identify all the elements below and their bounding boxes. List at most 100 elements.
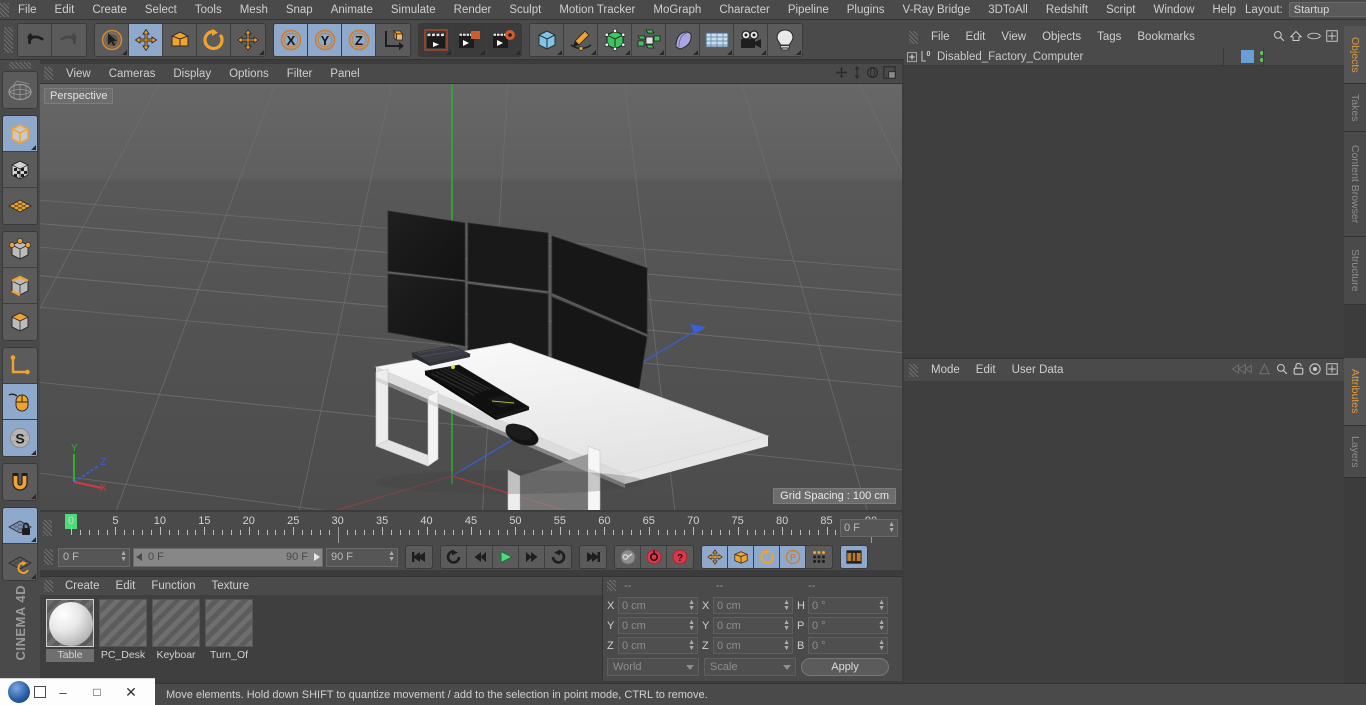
timeline-grip[interactable] xyxy=(43,520,52,536)
texture-mode-button[interactable] xyxy=(3,152,37,188)
edges-mode-button[interactable] xyxy=(3,268,37,304)
enable-axis-modification-button[interactable] xyxy=(3,384,37,420)
stepper-icon[interactable]: ▲ ▼ xyxy=(878,639,885,652)
model-mode-button[interactable] xyxy=(3,116,37,152)
texture-axis-button[interactable] xyxy=(3,72,37,108)
coord-rot-p-input[interactable]: 0 ° ▲ ▼ xyxy=(808,617,888,634)
workplane-button[interactable] xyxy=(3,188,37,224)
stepper-icon[interactable]: ▲ ▼ xyxy=(120,550,127,563)
add-camera-button[interactable] xyxy=(734,23,768,56)
parameter-key-button[interactable]: P xyxy=(780,546,806,568)
transport-grip[interactable] xyxy=(44,549,53,565)
stepper-icon[interactable]: ▲ ▼ xyxy=(783,619,790,632)
tab-content-browser[interactable]: Content Browser xyxy=(1344,132,1366,237)
object-axis-button[interactable] xyxy=(3,348,37,384)
coord-rot-h-input[interactable]: 0 ° ▲ ▼ xyxy=(808,597,888,614)
loop-playback-button[interactable] xyxy=(545,546,571,568)
lock-icon[interactable] xyxy=(1293,362,1304,378)
object-color-swatch[interactable] xyxy=(1241,50,1254,63)
go-to-end-button[interactable] xyxy=(580,546,606,568)
object-tree[interactable]: 0 Disabled_Factory_Computer xyxy=(904,48,1344,356)
menu-window[interactable]: Window xyxy=(1144,0,1203,20)
attribute-menu-edit[interactable]: Edit xyxy=(968,359,1004,381)
maximize-view-icon[interactable] xyxy=(883,65,896,82)
coord-size-y-input[interactable]: 0 cm ▲ ▼ xyxy=(713,617,793,634)
eye-icon[interactable] xyxy=(1307,31,1321,44)
object-menu-tags[interactable]: Tags xyxy=(1089,26,1129,48)
minimize-window-button[interactable]: – xyxy=(46,685,80,700)
attribute-content[interactable] xyxy=(904,381,1344,683)
stepper-icon[interactable]: ▲ ▼ xyxy=(878,619,885,632)
dolly-icon[interactable] xyxy=(852,65,862,82)
target-icon[interactable] xyxy=(1309,362,1321,378)
toolbar-grip[interactable] xyxy=(4,26,13,53)
redo-button[interactable] xyxy=(52,23,86,56)
stepper-icon[interactable]: ▲ ▼ xyxy=(688,639,695,652)
current-frame-field[interactable]: 0 F ▲ ▼ xyxy=(58,547,130,567)
undo-button[interactable] xyxy=(18,23,52,56)
menu-select[interactable]: Select xyxy=(136,0,186,20)
play-button[interactable] xyxy=(493,546,519,568)
go-to-start-button[interactable] xyxy=(406,546,432,568)
timeline-toggle-button[interactable] xyxy=(841,546,867,568)
left-toolbar-grip[interactable] xyxy=(9,62,31,69)
rotate-view-icon[interactable] xyxy=(866,66,879,82)
scale-button[interactable] xyxy=(163,23,197,56)
nurbs-generator-button[interactable] xyxy=(598,23,632,56)
object-menu-edit[interactable]: Edit xyxy=(958,26,994,48)
layout-select[interactable]: Startup xyxy=(1288,2,1366,17)
end-frame-field[interactable]: 90 F ▲ ▼ xyxy=(326,547,398,567)
menu-help[interactable]: Help xyxy=(1203,0,1245,20)
coordinate-grip[interactable] xyxy=(607,580,616,591)
stepper-icon[interactable]: ▲ ▼ xyxy=(878,599,885,612)
stepper-icon[interactable]: ▲ ▼ xyxy=(388,550,395,563)
object-menu-file[interactable]: File xyxy=(923,26,958,48)
autokeying-button[interactable] xyxy=(641,546,667,568)
object-menu-view[interactable]: View xyxy=(993,26,1034,48)
menu-script[interactable]: Script xyxy=(1097,0,1144,20)
menu-vray-bridge[interactable]: V-Ray Bridge xyxy=(893,0,979,20)
polygons-mode-button[interactable] xyxy=(3,304,37,340)
menu-plugins[interactable]: Plugins xyxy=(838,0,894,20)
stepper-icon[interactable]: ▲ ▼ xyxy=(783,599,790,612)
menu-snap[interactable]: Snap xyxy=(277,0,322,20)
menu-tools[interactable]: Tools xyxy=(186,0,231,20)
material-menu-texture[interactable]: Texture xyxy=(203,577,257,595)
menu-sculpt[interactable]: Sculpt xyxy=(500,0,550,20)
tab-objects[interactable]: Objects xyxy=(1344,26,1366,84)
attribute-manager-grip[interactable] xyxy=(909,363,918,377)
render-region-button[interactable] xyxy=(453,23,487,56)
viewport-grip[interactable] xyxy=(44,67,53,80)
coord-rot-b-input[interactable]: 0 ° ▲ ▼ xyxy=(808,637,888,654)
add-spline-button[interactable] xyxy=(564,23,598,56)
restore-window-icon[interactable] xyxy=(34,686,46,698)
render-view-button[interactable] xyxy=(419,23,453,56)
render-settings-button[interactable] xyxy=(487,23,521,56)
object-manager-grip[interactable] xyxy=(909,30,918,44)
coordinate-mode-select[interactable]: Scale xyxy=(704,658,796,676)
menu-file[interactable]: File xyxy=(9,0,46,20)
record-key-button[interactable] xyxy=(615,546,641,568)
object-menu-bookmarks[interactable]: Bookmarks xyxy=(1129,26,1203,48)
tab-takes[interactable]: Takes xyxy=(1344,84,1366,132)
tab-layers[interactable]: Layers xyxy=(1344,426,1366,478)
pan-icon[interactable] xyxy=(835,66,848,82)
add-cube-button[interactable] xyxy=(530,23,564,56)
menu-edit[interactable]: Edit xyxy=(46,0,84,20)
material-grip[interactable] xyxy=(44,580,53,592)
timeline-ruler[interactable]: 051015202530354045505560657075808590 xyxy=(59,513,877,543)
menu-motion-tracker[interactable]: Motion Tracker xyxy=(550,0,644,20)
keyframe-selection-button[interactable]: ? xyxy=(667,546,693,568)
add-light-button[interactable] xyxy=(768,23,802,56)
menu-pipeline[interactable]: Pipeline xyxy=(779,0,838,20)
material-item[interactable]: Turn_Of xyxy=(205,599,253,677)
material-menu-edit[interactable]: Edit xyxy=(108,577,144,595)
array-generator-button[interactable] xyxy=(632,23,666,56)
nav-up-icon[interactable] xyxy=(1258,362,1271,378)
stepper-icon[interactable]: ▲ ▼ xyxy=(688,599,695,612)
stepper-icon[interactable]: ▲ ▼ xyxy=(783,639,790,652)
step-forward-button[interactable] xyxy=(519,546,545,568)
step-back-button[interactable] xyxy=(467,546,493,568)
coord-pos-y-input[interactable]: 0 cm ▲ ▼ xyxy=(618,617,698,634)
play-reverse-loop-button[interactable] xyxy=(441,546,467,568)
